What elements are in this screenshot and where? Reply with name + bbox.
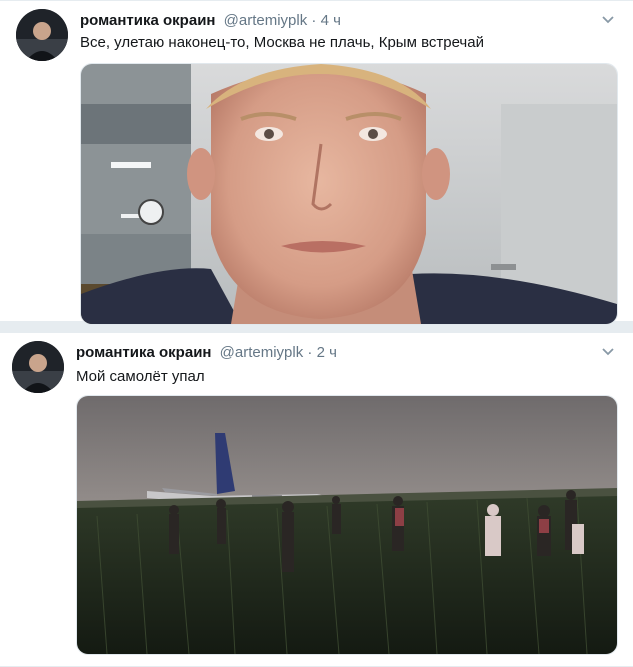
chevron-down-icon[interactable]: [601, 13, 615, 27]
selfie-photo: [81, 64, 617, 324]
separator-dot: ·: [307, 344, 313, 361]
tweet-card[interactable]: романтика окраин @artemiyplk · 2 ч Мой с…: [0, 332, 633, 667]
tweet-timestamp[interactable]: 2 ч: [317, 344, 337, 361]
tweet-card[interactable]: романтика окраин @artemiyplk · 4 ч Все, …: [0, 0, 633, 325]
author-handle[interactable]: @artemiyplk: [220, 344, 304, 361]
airplane-field-photo: [77, 396, 617, 654]
tweet-header: романтика окраин @artemiyplk · 2 ч: [76, 343, 337, 363]
tweet-timestamp[interactable]: 4 ч: [321, 12, 341, 29]
author-name[interactable]: романтика окраин: [76, 344, 211, 361]
tweet-header: романтика окраин @artemiyplk · 4 ч: [80, 11, 341, 31]
tweet-photo[interactable]: [76, 395, 618, 655]
author-avatar[interactable]: [12, 341, 64, 393]
author-name[interactable]: романтика окраин: [80, 12, 215, 29]
tweet-text: Все, улетаю наконец-то, Москва не плачь,…: [80, 34, 484, 51]
tweet-photo[interactable]: [80, 63, 618, 325]
tweet-text: Мой самолёт упал: [76, 368, 205, 385]
chevron-down-icon[interactable]: [601, 345, 615, 359]
separator-dot: ·: [311, 12, 317, 29]
author-avatar[interactable]: [16, 9, 68, 61]
author-handle[interactable]: @artemiyplk: [224, 12, 308, 29]
